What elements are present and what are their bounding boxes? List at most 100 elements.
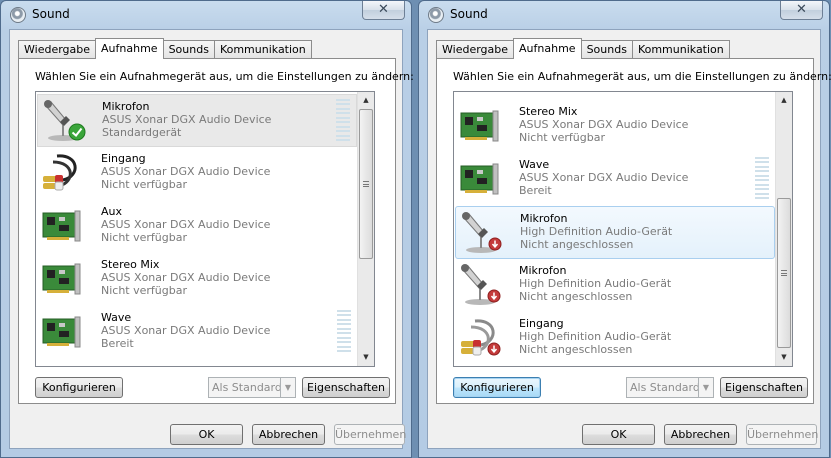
device-name: Mikrofon [519, 264, 567, 277]
device-driver: ASUS Xonar DGX Audio Device [519, 118, 689, 131]
instruction-text: Wählen Sie ein Aufnahmegerät aus, um die… [35, 70, 414, 83]
device-driver: High Definition Audio-Gerät [520, 225, 673, 238]
device-name: Stereo Mix [101, 258, 160, 271]
tab-strip: Wiedergabe Aufnahme Sounds Kommunikation [436, 38, 730, 59]
sound-dialog-right: Sound ✕ Wiedergabe Aufnahme Sounds Kommu… [418, 0, 831, 458]
device-status: Bereit [101, 337, 134, 350]
device-name: Eingang [519, 317, 564, 330]
speaker-app-icon [10, 7, 26, 23]
apply-button[interactable]: Übernehmen [746, 424, 818, 445]
device-name: Eingang [101, 152, 146, 165]
device-status: Nicht verfügbar [101, 231, 187, 244]
device-name: Wave [519, 158, 550, 171]
title-bar[interactable]: Sound ✕ [419, 1, 829, 29]
list-item[interactable]: Stereo Mix ASUS Xonar DGX Audio Device N… [37, 253, 357, 306]
recording-panel: Wählen Sie ein Aufnahmegerät aus, um die… [18, 58, 414, 404]
vertical-scrollbar[interactable]: ▲ ▼ [357, 92, 374, 366]
list-item[interactable]: Aux ASUS Xonar DGX Audio Device Nicht ve… [37, 200, 357, 253]
level-meter [755, 157, 769, 199]
ok-button[interactable]: OK [170, 424, 243, 445]
device-driver: ASUS Xonar DGX Audio Device [101, 271, 271, 284]
device-status: Bereit [519, 184, 552, 197]
device-status: Nicht angeschlossen [520, 238, 634, 251]
device-driver: ASUS Xonar DGX Audio Device [519, 171, 689, 184]
unplugged-icon [487, 342, 501, 356]
speaker-app-icon [428, 7, 444, 23]
unplugged-icon [488, 237, 502, 251]
list-item[interactable]: Eingang High Definition Audio-Gerät Nich… [455, 312, 775, 365]
device-driver: ASUS Xonar DGX Audio Device [101, 218, 271, 231]
close-button[interactable]: ✕ [780, 1, 823, 20]
list-item[interactable]: Wave ASUS Xonar DGX Audio Device Bereit [455, 153, 775, 206]
list-item[interactable]: Mikrofon High Definition Audio-Gerät Nic… [455, 206, 775, 259]
level-meter [337, 310, 351, 352]
device-driver: High Definition Audio-Gerät [519, 277, 672, 290]
tab-kommunikation[interactable]: Kommunikation [631, 40, 730, 59]
configure-button[interactable]: Konfigurieren [453, 377, 541, 398]
device-name: Mikrofon [102, 100, 150, 113]
scroll-down-arrow-icon[interactable]: ▼ [776, 349, 792, 366]
scrollbar-thumb[interactable] [359, 109, 373, 259]
ok-button[interactable]: OK [582, 424, 655, 445]
default-check-icon [68, 123, 86, 141]
scroll-up-arrow-icon[interactable]: ▲ [776, 92, 792, 109]
device-status: Nicht verfügbar [101, 284, 187, 297]
instruction-text: Wählen Sie ein Aufnahmegerät aus, um die… [453, 70, 831, 83]
device-driver: ASUS Xonar DGX Audio Device [102, 113, 272, 126]
scroll-up-arrow-icon[interactable]: ▲ [358, 92, 374, 109]
scrollbar-thumb[interactable] [777, 198, 791, 348]
set-default-label: Als Standard [212, 381, 282, 394]
dialog-client: Wiedergabe Aufnahme Sounds Kommunikation… [427, 29, 831, 449]
soundcard-icon [42, 210, 81, 242]
dropdown-arrow-icon: ▼ [698, 378, 713, 397]
tab-kommunikation[interactable]: Kommunikation [213, 40, 312, 59]
device-driver: ASUS Xonar DGX Audio Device [101, 324, 271, 337]
set-default-label: Als Standard [630, 381, 700, 394]
rca-cable-icon [43, 154, 77, 191]
device-status: Nicht angeschlossen [519, 343, 633, 356]
soundcard-icon [42, 263, 81, 295]
dialog-client: Wiedergabe Aufnahme Sounds Kommunikation… [9, 29, 414, 449]
apply-button[interactable]: Übernehmen [334, 424, 406, 445]
list-item[interactable]: Stereo Mix ASUS Xonar DGX Audio Device N… [455, 100, 775, 153]
set-default-dropdown[interactable]: Als Standard ▼ [626, 377, 714, 398]
level-meter [336, 99, 350, 141]
unplugged-icon [487, 289, 501, 303]
window-title: Sound [32, 7, 70, 21]
device-status: Nicht angeschlossen [519, 290, 633, 303]
device-status: Nicht verfügbar [101, 178, 187, 191]
list-item[interactable]: Mikrofon ASUS Xonar DGX Audio Device Sta… [37, 94, 357, 147]
tab-wiedergabe[interactable]: Wiedergabe [436, 40, 515, 59]
device-status: Nicht verfügbar [519, 131, 605, 144]
device-list[interactable]: Mikrofon ASUS Xonar DGX Audio Device Sta… [35, 91, 375, 367]
cancel-button[interactable]: Abbrechen [664, 424, 737, 445]
device-driver: ASUS Xonar DGX Audio Device [101, 165, 271, 178]
title-bar[interactable]: Sound ✕ [1, 1, 411, 29]
scroll-down-arrow-icon[interactable]: ▼ [358, 349, 374, 366]
tab-sounds[interactable]: Sounds [580, 40, 633, 59]
tab-aufnahme[interactable]: Aufnahme [95, 38, 164, 59]
device-name: Mikrofon [520, 212, 568, 225]
device-name: Wave [101, 311, 132, 324]
configure-button[interactable]: Konfigurieren [35, 377, 123, 398]
tab-sounds[interactable]: Sounds [162, 40, 215, 59]
vertical-scrollbar[interactable]: ▲ ▼ [775, 92, 792, 366]
properties-button[interactable]: Eigenschaften [720, 377, 808, 398]
sound-dialog-left: Sound ✕ Wiedergabe Aufnahme Sounds Kommu… [0, 0, 414, 458]
properties-button[interactable]: Eigenschaften [302, 377, 390, 398]
tab-wiedergabe[interactable]: Wiedergabe [18, 40, 97, 59]
soundcard-icon [460, 163, 499, 195]
list-item[interactable]: Wave ASUS Xonar DGX Audio Device Bereit [37, 306, 357, 359]
dropdown-arrow-icon: ▼ [280, 378, 295, 397]
device-driver: High Definition Audio-Gerät [519, 330, 672, 343]
list-item[interactable]: Eingang ASUS Xonar DGX Audio Device Nich… [37, 147, 357, 200]
tab-aufnahme[interactable]: Aufnahme [513, 38, 582, 59]
close-button[interactable]: ✕ [362, 1, 405, 20]
recording-panel: Wählen Sie ein Aufnahmegerät aus, um die… [436, 58, 831, 404]
cancel-button[interactable]: Abbrechen [252, 424, 325, 445]
set-default-dropdown[interactable]: Als Standard ▼ [208, 377, 296, 398]
list-item[interactable]: Mikrofon High Definition Audio-Gerät Nic… [455, 259, 775, 312]
soundcard-icon [42, 316, 81, 348]
device-list[interactable]: Stereo Mix ASUS Xonar DGX Audio Device N… [453, 91, 793, 367]
device-name: Stereo Mix [519, 105, 578, 118]
